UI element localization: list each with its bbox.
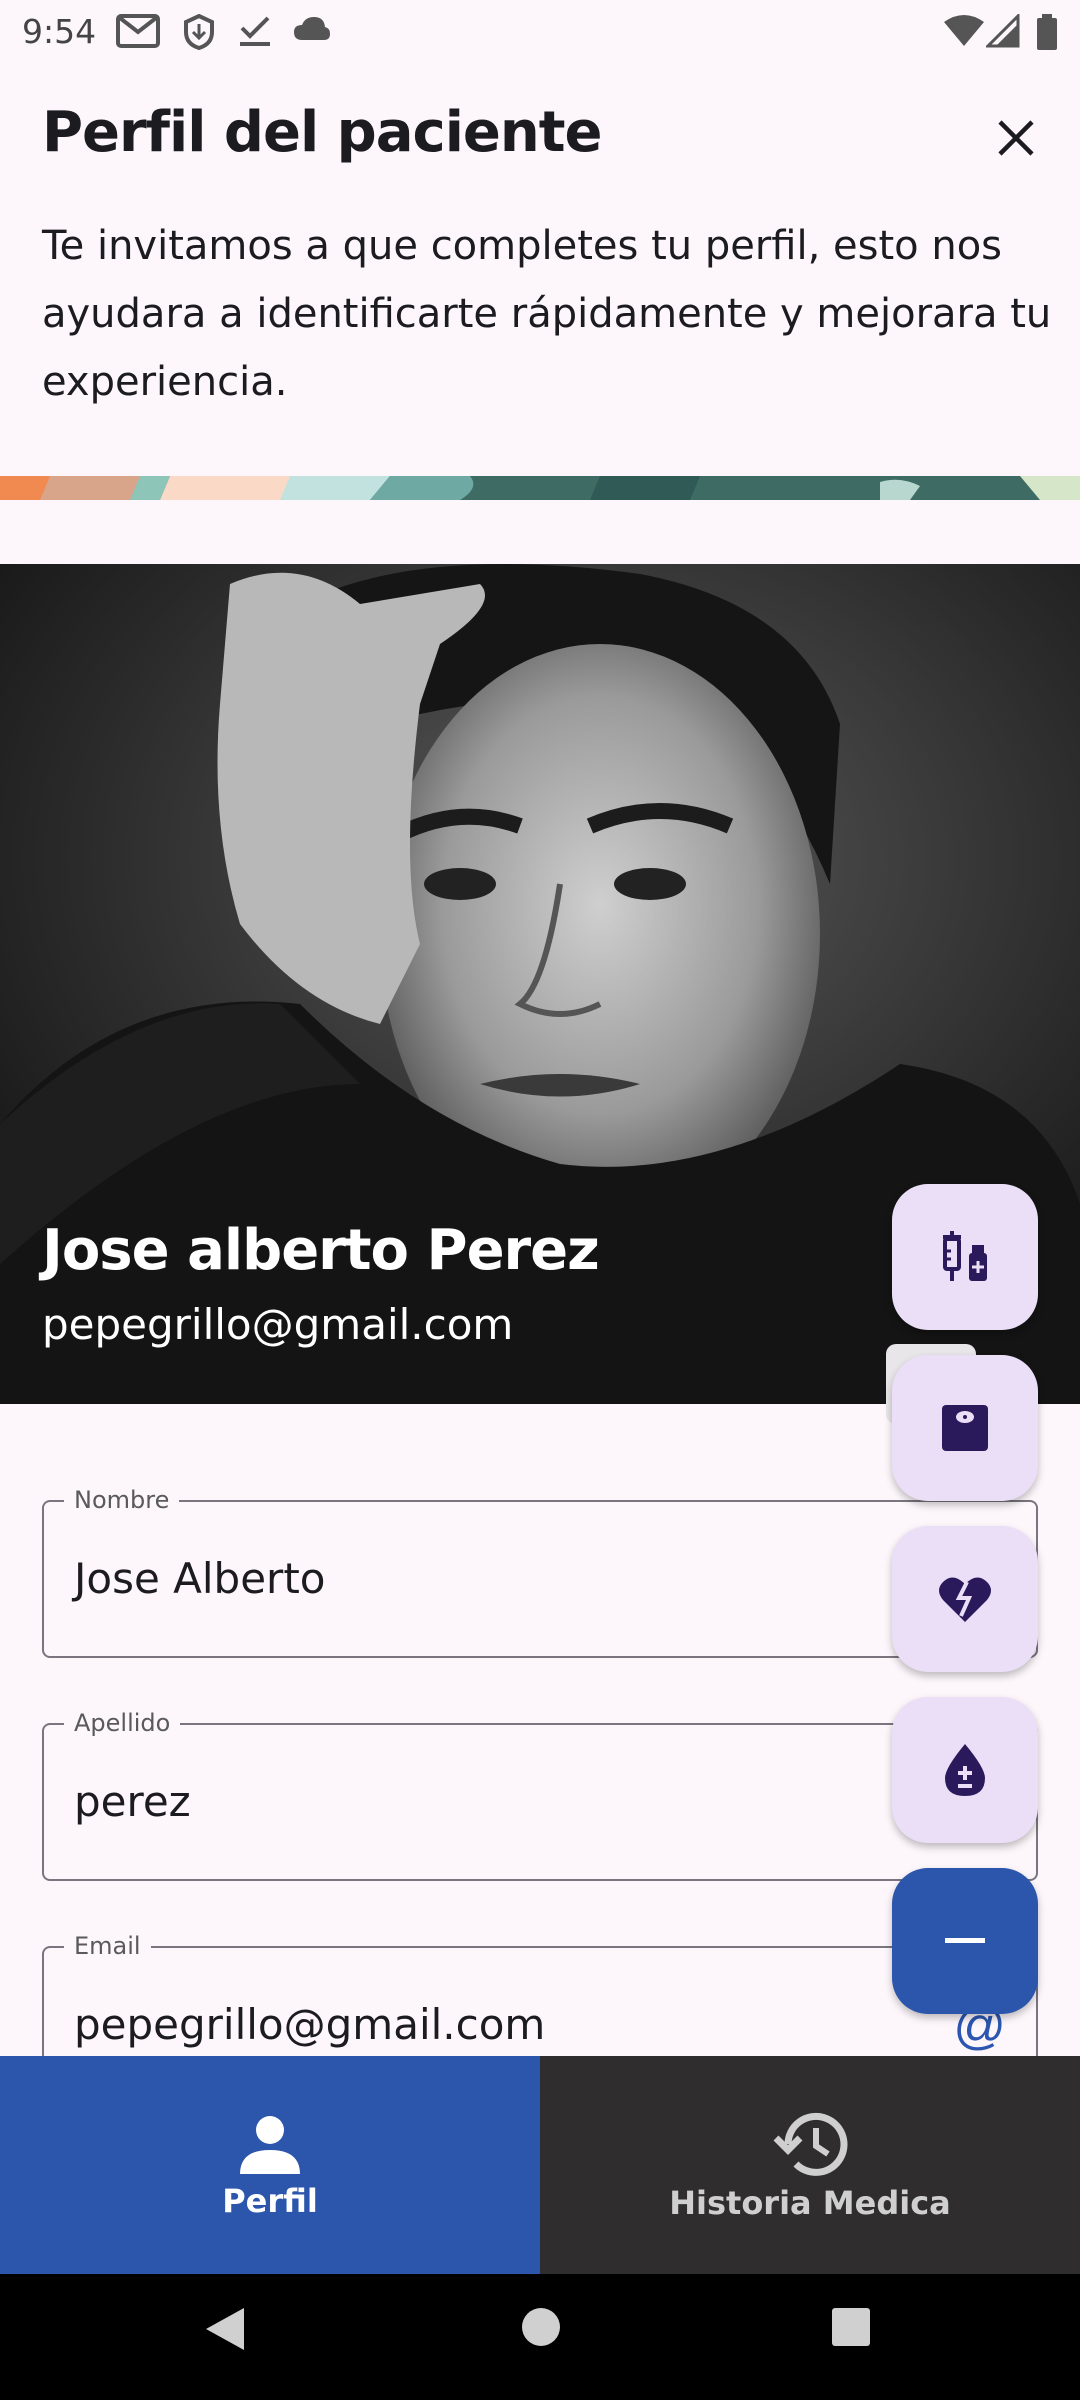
apellido-value[interactable]: perez [74, 1777, 191, 1826]
minus-icon [945, 1938, 985, 1943]
battery-icon [1037, 14, 1057, 50]
nav-perfil-label: Perfil [222, 2182, 318, 2220]
heart-broken-icon [939, 1577, 991, 1622]
check-download-icon [240, 16, 270, 46]
decorative-banner-strip [0, 476, 1080, 500]
gmail-icon [116, 14, 160, 48]
nombre-label: Nombre [64, 1486, 180, 1514]
history-icon [773, 2112, 848, 2176]
close-icon [998, 120, 1034, 156]
email-label: Email [64, 1932, 151, 1960]
profile-name: Jose alberto Perez [42, 1218, 600, 1283]
bottom-navigation: Perfil Historia Medica [0, 2056, 1080, 2274]
patient-profile-screen: 9:54 Perfil del paciente Te invitamos a … [0, 0, 1080, 2400]
cloud-icon [294, 17, 330, 40]
apellido-label: Apellido [64, 1709, 181, 1737]
vaccine-icon [943, 1231, 987, 1281]
heart-fab[interactable] [892, 1526, 1038, 1672]
recents-icon[interactable] [830, 2306, 872, 2348]
weight-fab[interactable] [892, 1355, 1038, 1501]
weight-scale-icon [942, 1405, 988, 1451]
signal-icon [986, 14, 1020, 48]
back-icon[interactable] [204, 2306, 246, 2352]
profile-email: pepegrillo@gmail.com [42, 1300, 514, 1349]
intro-text: Te invitamos a que completes tu perfil, … [42, 223, 1052, 405]
person-icon [240, 2116, 300, 2174]
email-value[interactable]: pepegrillo@gmail.com [74, 2000, 545, 2049]
page-title: Perfil del paciente [42, 100, 603, 165]
toggle-speed-dial-button[interactable] [892, 1868, 1038, 2014]
blood-fab[interactable] [892, 1697, 1038, 1843]
nav-historia-medica-label: Historia Medica [669, 2184, 951, 2222]
vaccine-fab[interactable] [892, 1184, 1038, 1330]
close-button[interactable] [986, 108, 1046, 168]
status-bar: 9:54 [0, 0, 1080, 62]
home-icon[interactable] [520, 2306, 562, 2348]
blood-drop-plus-minus-icon [945, 1744, 985, 1796]
wifi-icon [944, 15, 984, 46]
status-time: 9:54 [22, 12, 97, 51]
system-navigation-bar [0, 2274, 1080, 2400]
apellido-field[interactable]: Apellido perez [42, 1709, 1038, 1881]
nav-perfil[interactable]: Perfil [0, 2056, 540, 2274]
nombre-value[interactable]: Jose Alberto [74, 1554, 326, 1603]
nav-historia-medica[interactable]: Historia Medica [540, 2056, 1080, 2274]
shield-download-icon [184, 14, 214, 50]
nombre-field[interactable]: Nombre Jose Alberto [42, 1486, 1038, 1658]
